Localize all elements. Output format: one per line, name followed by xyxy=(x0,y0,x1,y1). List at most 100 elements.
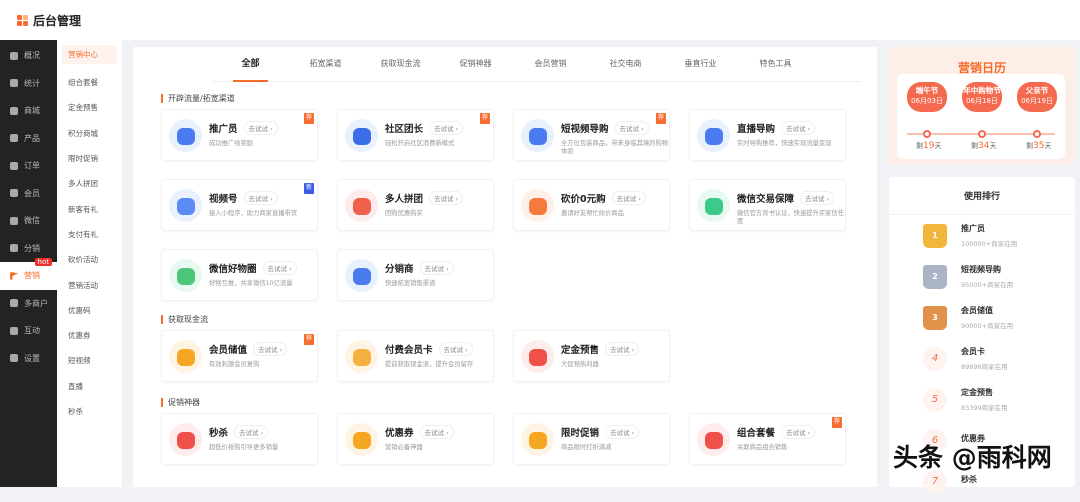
submenu-item[interactable]: 营销活动 xyxy=(57,272,122,297)
feature-icon xyxy=(521,423,554,456)
sidebar-item-label: 订单 xyxy=(24,161,40,171)
submenu-item[interactable]: 直播 xyxy=(57,374,122,399)
try-button[interactable]: 去试试 › xyxy=(614,121,649,135)
feature-card[interactable]: 组合套餐 去试试 › 关联商品组合销售 荐 xyxy=(689,413,846,465)
rank-text: 定金预售 83399商家在用 xyxy=(961,387,1008,412)
feature-icon xyxy=(169,423,202,456)
submenu-item[interactable]: 秒杀 xyxy=(57,399,122,424)
ranking-item[interactable]: 1 推广员 100000+商家在用 xyxy=(889,215,1075,256)
rank-number: 4 xyxy=(923,346,947,371)
submenu-item[interactable]: 组合套餐 xyxy=(57,70,122,95)
feature-card[interactable]: 推广员 去试试 › 成功推广给奖励 荐 xyxy=(161,109,318,161)
tab-5[interactable]: 社交电商 xyxy=(588,53,663,82)
ranking-item[interactable]: 2 短视频导购 95000+商家在用 xyxy=(889,256,1075,297)
tab-6[interactable]: 垂直行业 xyxy=(663,53,738,82)
feature-card[interactable]: 付费会员卡 去试试 › 提前获取现金流，提升会员留存 xyxy=(337,330,494,382)
tab-1[interactable]: 拓宽渠道 xyxy=(288,53,363,82)
try-button[interactable]: 去试试 › xyxy=(253,342,288,356)
try-button[interactable]: 去试试 › xyxy=(781,121,816,135)
crown-medal-icon: 2 xyxy=(923,264,947,289)
submenu-item[interactable]: 限时促销 xyxy=(57,146,122,171)
feature-card[interactable]: 视频号 去试试 › 接入小程序，助力商家直播带货 新 xyxy=(161,179,318,231)
sidebar-item-10[interactable]: 互动 xyxy=(0,317,57,345)
feature-icon xyxy=(169,340,202,373)
feature-card[interactable]: 优惠券 去试试 › 营销必备神器 xyxy=(337,413,494,465)
section-title: 促销神器 xyxy=(161,398,877,407)
feature-card[interactable]: 会员储值 去试试 › 有效刺激会员复购 荐 xyxy=(161,330,318,382)
feature-card[interactable]: 社区团长 去试试 › 轻松开启社区消费新模式 荐 xyxy=(337,109,494,161)
submenu-item[interactable]: 营销中心 xyxy=(62,45,117,64)
try-button[interactable]: 去试试 › xyxy=(419,261,454,275)
try-button[interactable]: 去试试 › xyxy=(605,425,640,439)
sidebar-item-3[interactable]: 产品 xyxy=(0,125,57,153)
feature-card[interactable]: 定金预售 去试试 › 大促预热利器 xyxy=(513,330,670,382)
sidebar-item-0[interactable]: 概况 xyxy=(0,42,57,70)
card-content: 微信交易保障 去试试 › 微信官方背书认证，快速提升买家信任度 xyxy=(737,189,847,230)
sidebar-item-2[interactable]: 商城 xyxy=(0,97,57,125)
submenu-item[interactable]: 新客有礼 xyxy=(57,196,122,221)
try-button[interactable]: 去试试 › xyxy=(419,425,454,439)
sidebar-item-8[interactable]: 营销 hot xyxy=(0,258,57,290)
feature-card[interactable]: 砍价0元购 去试试 › 邀请好友帮忙砍价商品 xyxy=(513,179,670,231)
submenu-item[interactable]: 砍价活动 xyxy=(57,247,122,272)
ranking-item[interactable]: 4 会员卡 89898商家在用 xyxy=(889,338,1075,379)
submenu-item[interactable]: 积分商城 xyxy=(57,121,122,146)
sidebar-item-11[interactable]: 设置 xyxy=(0,345,57,373)
submenu-item[interactable]: 支付有礼 xyxy=(57,222,122,247)
try-button[interactable]: 去试试 › xyxy=(234,425,269,439)
tab-3[interactable]: 促销神器 xyxy=(438,53,513,82)
festival-bubble[interactable]: 父亲节 06月19日 xyxy=(1017,82,1057,112)
festival-date: 06月18日 xyxy=(966,97,998,105)
submenu-item[interactable]: 定金预售 xyxy=(57,95,122,120)
submenu-item[interactable]: 多人拼团 xyxy=(57,171,122,196)
feature-card[interactable]: 直播导购 去试试 › 实时导购推荐，快速实现流量变现 xyxy=(689,109,846,161)
card-content: 定金预售 去试试 › 大促预热利器 xyxy=(561,340,671,381)
try-button[interactable]: 去试试 › xyxy=(605,342,640,356)
ranking-item[interactable]: 5 定金预售 83399商家在用 xyxy=(889,379,1075,420)
feature-icon xyxy=(169,189,202,222)
try-button[interactable]: 去试试 › xyxy=(243,191,278,205)
submenu-item[interactable]: 优惠码 xyxy=(57,298,122,323)
feature-card[interactable]: 微信交易保障 去试试 › 微信官方背书认证，快速提升买家信任度 xyxy=(689,179,846,231)
submenu-item[interactable]: 短视频 xyxy=(57,348,122,373)
sidebar-item-1[interactable]: 统计 xyxy=(0,70,57,98)
section-title: 开辟流量/拓宽渠道 xyxy=(161,94,877,103)
festival-bubble[interactable]: 端午节 06月03日 xyxy=(907,82,947,112)
feature-card[interactable]: 秒杀 去试试 › 超低价抢购引导更多销量 xyxy=(161,413,318,465)
try-button[interactable]: 去试试 › xyxy=(262,261,297,275)
try-button[interactable]: 去试试 › xyxy=(800,191,835,205)
timeline-dot xyxy=(1033,130,1041,138)
try-button[interactable]: 去试试 › xyxy=(611,191,646,205)
ranking-item[interactable]: 3 会员储值 90000+商家在用 xyxy=(889,297,1075,338)
rank-usage: 89898商家在用 xyxy=(961,363,1008,371)
tab-4[interactable]: 会员营销 xyxy=(513,53,588,82)
marketing-calendar[interactable]: 营销日历 端午节 06月03日 剩19天 年中购物节 06月18日 剩34天 父亲节 06月1… xyxy=(889,47,1075,165)
festival-name: 端午节 xyxy=(915,86,939,95)
tab-7[interactable]: 特色工具 xyxy=(738,53,813,82)
card-name: 直播导购 xyxy=(737,124,776,135)
card-badge: 荐 xyxy=(304,113,314,124)
sidebar-item-6[interactable]: 微信 xyxy=(0,207,57,235)
feature-card[interactable]: 分销商 去试试 › 快速拓宽销售渠道 xyxy=(337,249,494,301)
submenu-item[interactable]: 优惠券 xyxy=(57,323,122,348)
main-sidebar: 概况 统计 商城 产品 订单 会员 微信 分销 营销 hot 多商户 互动 设置 xyxy=(0,40,57,487)
sidebar-item-4[interactable]: 订单 xyxy=(0,152,57,180)
try-button[interactable]: 去试试 › xyxy=(429,191,464,205)
feature-card[interactable]: 短视频导购 去试试 › 全方位包装商品，带来身临其境的购物体验 荐 xyxy=(513,109,670,161)
sidebar-item-5[interactable]: 会员 xyxy=(0,180,57,208)
countdown-prefix: 剩 xyxy=(916,142,923,150)
try-button[interactable]: 去试试 › xyxy=(243,121,278,135)
try-button[interactable]: 去试试 › xyxy=(429,121,464,135)
menu-icon xyxy=(10,189,18,198)
tab-2[interactable]: 获取现金流 xyxy=(363,53,438,82)
feature-icon xyxy=(345,189,378,222)
try-button[interactable]: 去试试 › xyxy=(781,425,816,439)
feature-card[interactable]: 限时促销 去试试 › 商品限时打折满减 xyxy=(513,413,670,465)
tab-0[interactable]: 全部 xyxy=(213,53,288,82)
card-name-row: 短视频导购 去试试 › xyxy=(561,121,671,135)
festival-bubble[interactable]: 年中购物节 06月18日 xyxy=(962,82,1002,112)
feature-card[interactable]: 微信好物圈 去试试 › 好物互推，共享微信10亿流量 xyxy=(161,249,318,301)
sidebar-item-9[interactable]: 多商户 xyxy=(0,290,57,318)
try-button[interactable]: 去试试 › xyxy=(438,342,473,356)
feature-card[interactable]: 多人拼团 去试试 › 团购优惠购买 xyxy=(337,179,494,231)
